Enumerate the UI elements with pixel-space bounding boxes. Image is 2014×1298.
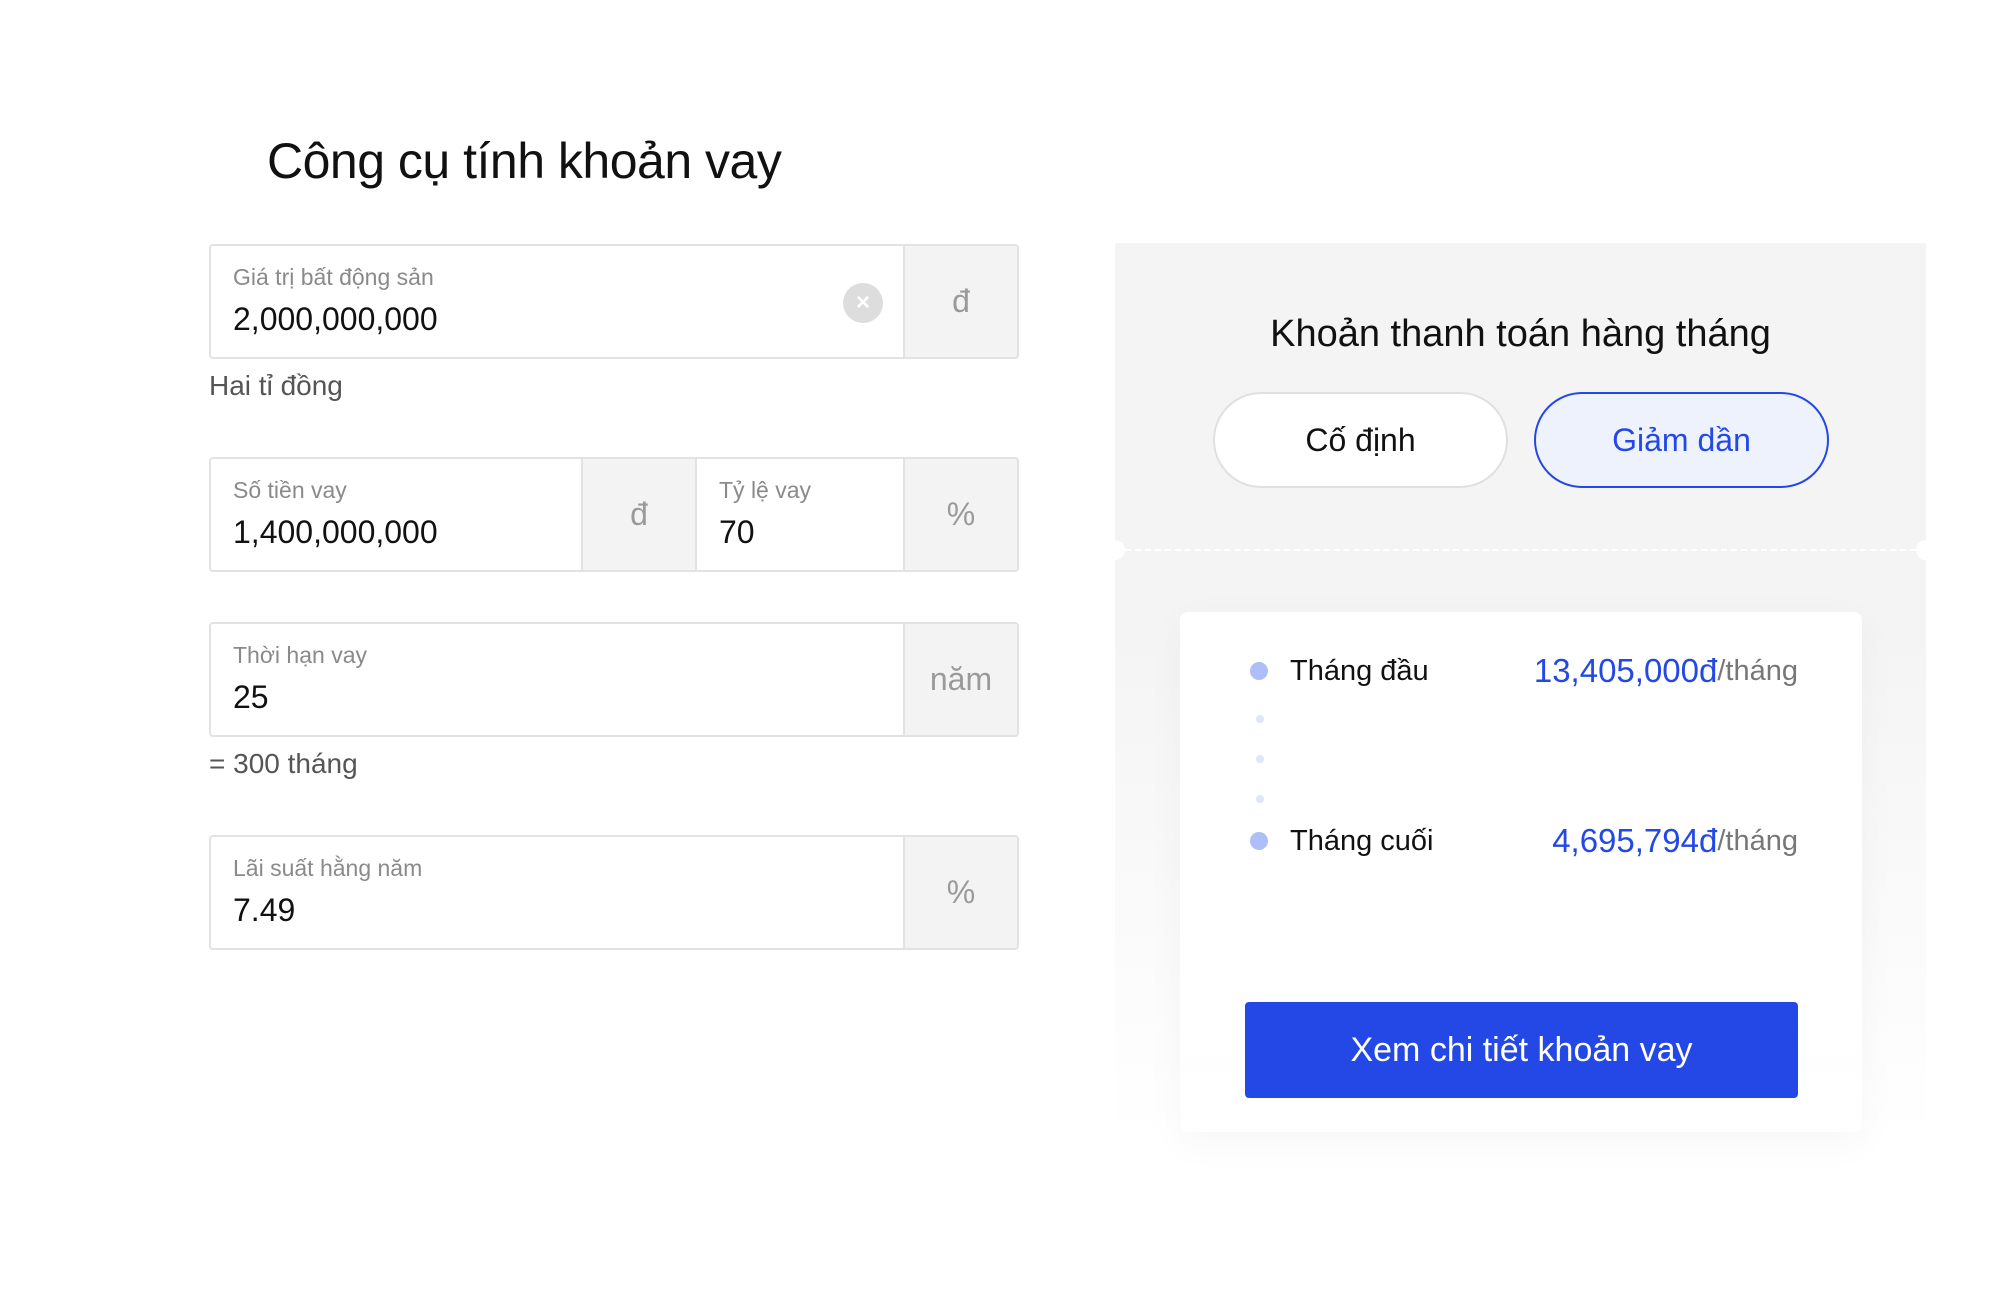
loan-ratio-label: Tỷ lệ vay bbox=[719, 477, 812, 503]
panel-heading: Khoản thanh toán hàng tháng bbox=[1270, 313, 1771, 355]
per-month-unit: /tháng bbox=[1717, 824, 1798, 857]
currency-unit: đ bbox=[903, 246, 1017, 357]
timeline-dot bbox=[1256, 715, 1264, 723]
timeline-dot bbox=[1256, 795, 1264, 803]
loan-term-months: = 300 tháng bbox=[209, 748, 358, 779]
first-month-label: Tháng đầu bbox=[1290, 654, 1429, 687]
timeline-dot bbox=[1256, 755, 1264, 763]
property-value-field: Giá trị bất động sản × đ bbox=[209, 244, 1019, 359]
loan-ratio-input[interactable] bbox=[719, 514, 881, 551]
view-loan-details-button[interactable]: Xem chi tiết khoản vay bbox=[1245, 1002, 1798, 1098]
loan-field: Số tiền vay đ Tỷ lệ vay % bbox=[209, 457, 1019, 572]
property-value-input[interactable] bbox=[233, 301, 881, 338]
last-month-value: 4,695,794đ bbox=[1552, 822, 1718, 859]
loan-amount-label: Số tiền vay bbox=[233, 477, 347, 503]
interest-rate-label: Lãi suất hằng năm bbox=[233, 855, 423, 881]
divider-notch bbox=[1916, 540, 1936, 560]
divider-notch bbox=[1105, 540, 1125, 560]
last-month-row: Tháng cuối 4,695,794đ /tháng bbox=[1250, 822, 1798, 860]
interest-rate-field: Lãi suất hằng năm % bbox=[209, 835, 1019, 950]
monthly-payment-panel: Khoản thanh toán hàng tháng Cố định Giảm… bbox=[1105, 243, 1936, 1143]
dashed-divider bbox=[1125, 549, 1916, 551]
year-unit: năm bbox=[903, 624, 1017, 735]
bullet-icon bbox=[1250, 832, 1268, 850]
toggle-decreasing[interactable]: Giảm dần bbox=[1534, 392, 1829, 488]
toggle-fixed[interactable]: Cố định bbox=[1213, 392, 1508, 488]
first-month-value: 13,405,000đ bbox=[1533, 652, 1718, 689]
percent-unit: % bbox=[903, 837, 1017, 948]
interest-rate-input[interactable] bbox=[233, 892, 881, 929]
loan-term-field: Thời hạn vay năm bbox=[209, 622, 1019, 737]
loan-term-input[interactable] bbox=[233, 679, 881, 716]
bullet-icon bbox=[1250, 662, 1268, 680]
per-month-unit: /tháng bbox=[1717, 654, 1798, 687]
page-title: Công cụ tính khoản vay bbox=[267, 133, 782, 189]
loan-term-label: Thời hạn vay bbox=[233, 642, 367, 668]
property-value-words: Hai tỉ đồng bbox=[209, 370, 343, 401]
percent-unit: % bbox=[903, 459, 1017, 570]
last-month-label: Tháng cuối bbox=[1290, 824, 1434, 857]
property-value-label: Giá trị bất động sản bbox=[233, 264, 434, 290]
loan-amount-input[interactable] bbox=[233, 514, 559, 551]
first-month-row: Tháng đầu 13,405,000đ /tháng bbox=[1250, 652, 1798, 690]
currency-unit: đ bbox=[581, 459, 695, 570]
clear-icon[interactable]: × bbox=[843, 283, 883, 323]
